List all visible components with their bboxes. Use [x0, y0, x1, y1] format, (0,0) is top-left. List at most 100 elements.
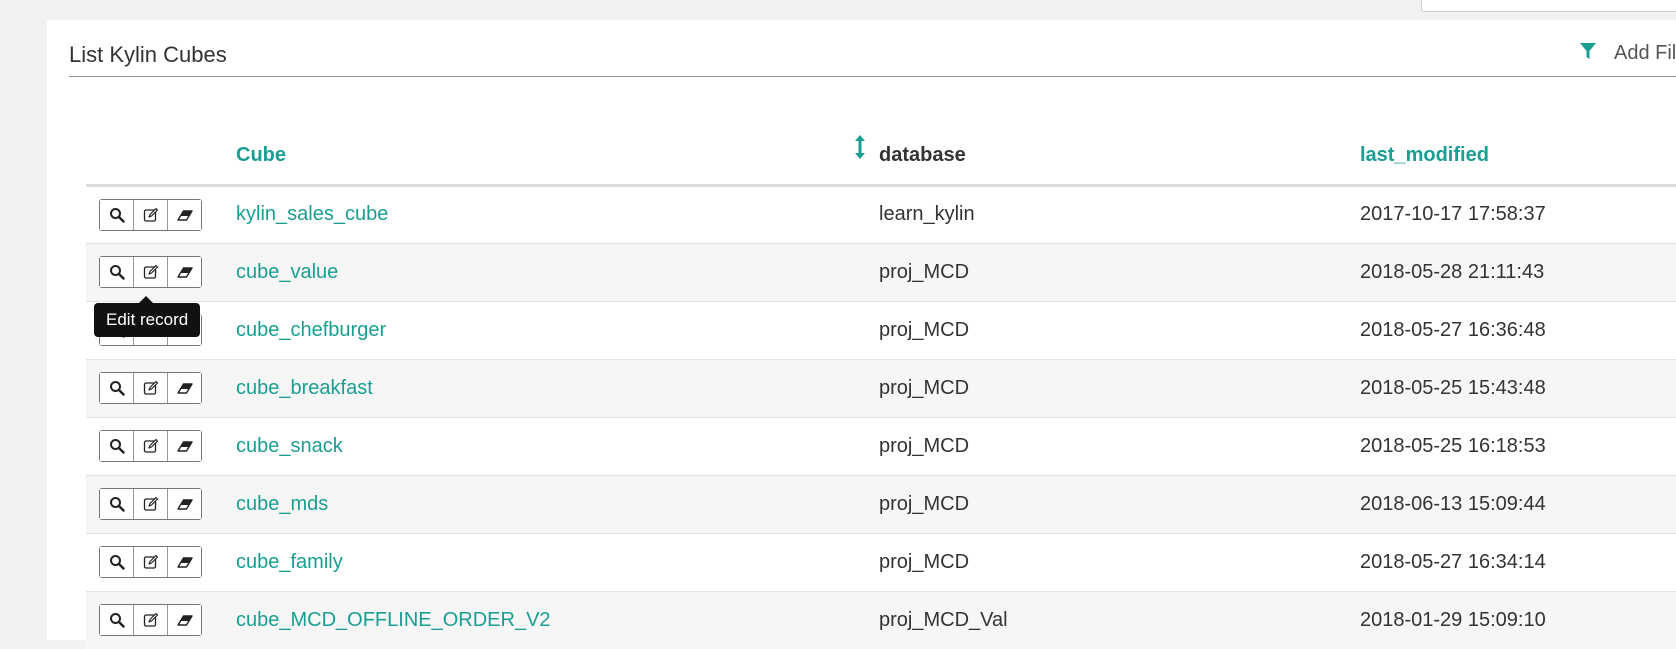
database-value: proj_MCD [879, 550, 970, 573]
last-modified-cell: 2018-05-25 16:18:53 [1360, 417, 1676, 475]
view-record-button[interactable] [100, 373, 134, 403]
view-record-button[interactable] [100, 547, 134, 577]
view-record-button[interactable] [100, 605, 134, 636]
cube-name-cell[interactable]: cube_MCD_OFFLINE_ORDER_V2 [236, 591, 879, 649]
edit-record-button[interactable] [134, 605, 168, 636]
delete-record-button[interactable] [168, 605, 201, 636]
cube-name-link[interactable]: cube_mds [236, 493, 328, 515]
last-modified-value: 2018-05-28 21:11:43 [1360, 260, 1545, 283]
last-modified-value: 2018-05-25 16:18:53 [1360, 434, 1546, 457]
cube-name-cell[interactable]: cube_family [236, 533, 879, 591]
search-icon [109, 497, 125, 512]
search-icon [109, 613, 125, 628]
eraser-icon [176, 267, 193, 278]
edit-icon [143, 438, 158, 453]
database-value: proj_MCD [879, 492, 970, 515]
cube-name-link[interactable]: cube_chefburger [236, 319, 386, 341]
search-icon [109, 207, 125, 223]
database-cell: proj_MCD [879, 301, 1360, 359]
filter-icon [1578, 41, 1598, 66]
dropdown-menu-edge [1421, 0, 1676, 12]
cube-name-link[interactable]: cube_breakfast [236, 377, 373, 399]
page-title: List Kylin Cubes [69, 42, 227, 67]
database-cell: proj_MCD [879, 533, 1360, 591]
view-record-button[interactable] [100, 257, 134, 287]
cubes-table: Cube database last_modified kylin_sales_… [86, 127, 1676, 649]
eraser-icon [176, 499, 193, 510]
row-action-buttons [99, 430, 202, 462]
last-modified-cell: 2018-05-27 16:34:14 [1360, 533, 1676, 591]
table-row: cube_snack proj_MCD 2018-05-25 16:18:53 [86, 417, 1676, 475]
row-action-buttons [99, 546, 202, 578]
cube-name-link[interactable]: cube_family [236, 551, 343, 573]
table-row: kylin_sales_cube learn_kylin 2017-10-17 … [86, 185, 1676, 243]
delete-record-button[interactable] [168, 373, 201, 403]
cube-name-cell[interactable]: kylin_sales_cube [236, 185, 879, 243]
last-modified-column-label[interactable]: last_modified [1360, 144, 1489, 166]
cube-name-cell[interactable]: cube_mds [236, 475, 879, 533]
cube-name-cell[interactable]: cube_breakfast [236, 359, 879, 417]
database-cell: proj_MCD_Val [879, 591, 1360, 649]
edit-record-button[interactable] [134, 257, 168, 287]
search-icon [109, 439, 125, 454]
edit-record-button[interactable] [134, 489, 168, 519]
edit-icon [143, 613, 158, 627]
last-modified-cell: 2018-06-13 15:09:44 [1360, 475, 1676, 533]
sort-arrows-icon[interactable] [853, 134, 867, 160]
cube-column-label[interactable]: Cube [236, 144, 286, 166]
last-modified-column-header[interactable]: last_modified [1360, 127, 1676, 185]
row-actions-cell [86, 591, 236, 649]
delete-record-button[interactable] [168, 431, 201, 461]
view-record-button[interactable] [100, 431, 134, 461]
delete-record-button[interactable] [168, 257, 201, 287]
cube-name-cell[interactable]: cube_snack [236, 417, 879, 475]
database-value: proj_MCD [879, 318, 970, 341]
table-row: cube_family proj_MCD 2018-05-27 16:34:14 [86, 533, 1676, 591]
cube-name-cell[interactable]: cube_value [236, 243, 879, 301]
table-header-row: Cube database last_modified [86, 127, 1676, 185]
database-cell: proj_MCD [879, 475, 1360, 533]
cube-name-link[interactable]: cube_snack [236, 435, 343, 457]
edit-icon [143, 207, 158, 222]
database-value: learn_kylin [879, 203, 975, 225]
last-modified-cell: 2018-05-25 15:43:48 [1360, 359, 1676, 417]
database-column-label: database [879, 143, 966, 166]
last-modified-value: 2017-10-17 17:58:37 [1360, 203, 1546, 225]
table-row: cube_chefburger proj_MCD 2018-05-27 16:3… [86, 301, 1676, 359]
edit-record-button[interactable] [134, 431, 168, 461]
edit-icon [143, 380, 158, 395]
row-actions-cell [86, 417, 236, 475]
add-filter-button[interactable]: Add Filter [1578, 41, 1676, 66]
row-action-buttons [99, 488, 202, 520]
cube-name-link[interactable]: cube_MCD_OFFLINE_ORDER_V2 [236, 609, 551, 631]
delete-record-button[interactable] [168, 547, 201, 577]
table-row: cube_value proj_MCD 2018-05-28 21:11:43 [86, 243, 1676, 301]
row-action-buttons [99, 604, 202, 637]
database-value: proj_MCD [879, 376, 970, 399]
database-cell: proj_MCD [879, 359, 1360, 417]
edit-record-button[interactable] [134, 373, 168, 403]
edit-icon [143, 496, 158, 511]
view-record-button[interactable] [100, 489, 134, 519]
delete-record-button[interactable] [168, 489, 201, 519]
view-record-button[interactable] [100, 199, 134, 230]
delete-record-button[interactable] [168, 199, 201, 230]
cube-column-header[interactable]: Cube [236, 127, 879, 185]
search-icon [109, 265, 125, 280]
row-actions-cell [86, 533, 236, 591]
edit-icon [143, 264, 158, 279]
last-modified-cell: 2018-01-29 15:09:10 [1360, 591, 1676, 649]
eraser-icon [176, 557, 193, 568]
edit-record-button[interactable] [134, 199, 168, 230]
cube-name-link[interactable]: cube_value [236, 261, 338, 283]
last-modified-cell: 2018-05-27 16:36:48 [1360, 301, 1676, 359]
table-row: cube_mds proj_MCD 2018-06-13 15:09:44 [86, 475, 1676, 533]
last-modified-value: 2018-05-27 16:36:48 [1360, 318, 1546, 341]
cube-name-cell[interactable]: cube_chefburger [236, 301, 879, 359]
edit-record-button[interactable] [134, 547, 168, 577]
actions-header [86, 127, 236, 185]
row-actions-cell [86, 359, 236, 417]
database-value: proj_MCD [879, 260, 970, 283]
panel-header: List Kylin Cubes Add Filter [69, 20, 1676, 77]
cube-name-link[interactable]: kylin_sales_cube [236, 203, 388, 225]
